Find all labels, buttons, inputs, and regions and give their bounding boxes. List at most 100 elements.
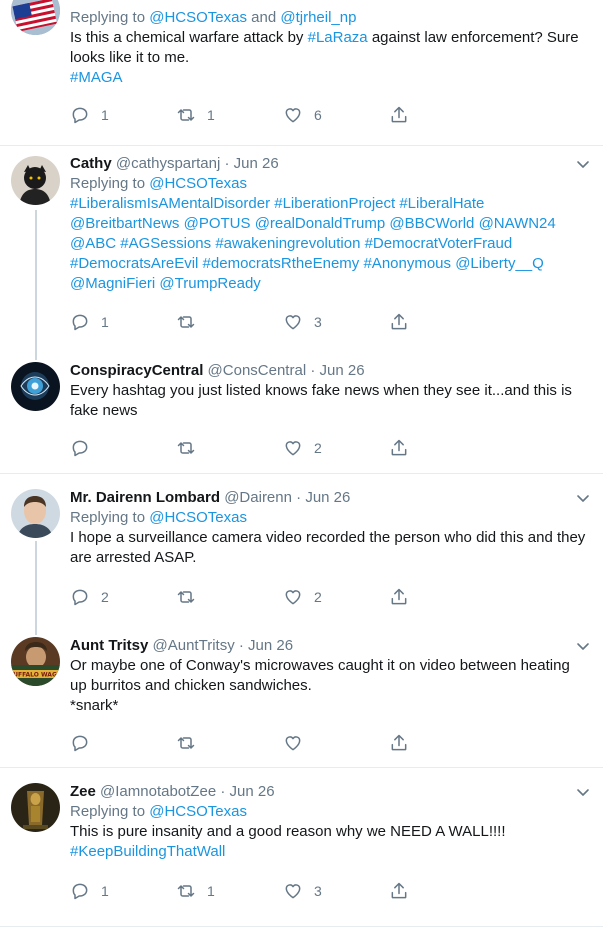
reply-icon [72,589,88,606]
mention-link[interactable]: @BreitbartNews [70,215,179,232]
display-name[interactable]: Mr. Dairenn Lombard [70,489,220,506]
display-name[interactable]: Aunt Tritsy [70,637,148,654]
share-button[interactable] [389,104,409,126]
chevron-down-icon[interactable] [575,638,591,654]
chevron-down-icon[interactable] [575,156,591,172]
mention-link[interactable]: @MagniFieri [70,275,155,292]
like-button[interactable]: 6 [283,104,322,126]
avatar-caption: UFFALO WAG [13,672,57,679]
avatar[interactable] [11,362,60,411]
reply-button[interactable]: 1 [70,880,109,902]
hashtag-link[interactable]: #LiberationProject [274,195,395,212]
display-name[interactable]: ConspiracyCentral [70,362,203,379]
timestamp[interactable]: Jun 26 [248,637,293,654]
share-button[interactable] [389,880,409,902]
hashtag-link[interactable]: #MAGA [70,69,123,86]
like-button[interactable]: 2 [283,586,322,608]
timestamp[interactable]: Jun 26 [230,783,275,800]
reply-button[interactable] [70,732,101,754]
share-button[interactable] [389,732,409,754]
reply-button[interactable]: 2 [70,586,109,608]
reply-button[interactable]: 1 [70,104,109,126]
timestamp[interactable]: Jun 26 [305,489,350,506]
reply-to-and: and [251,9,277,26]
tweet-0[interactable]: Replying to @HCSOTexas and @tjrheil_np I… [0,0,603,145]
display-name[interactable]: Cathy [70,155,112,172]
avatar-flag[interactable] [11,0,60,35]
share-button[interactable] [389,311,409,333]
mention-link[interactable]: @BBCWorld [389,215,474,232]
user-handle[interactable]: @ConsCentral [208,362,307,379]
reply-count: 2 [101,589,109,605]
retweet-button[interactable]: 1 [176,880,215,902]
tweet-header: Zee @IamnotabotZee · Jun 26 [70,782,589,802]
hashtag-link[interactable]: #democratsRtheEnemy [203,255,360,272]
retweet-button[interactable]: 1 [176,104,215,126]
mention-link[interactable]: @Liberty__Q [455,255,544,272]
hashtag-link[interactable]: #LiberalHate [399,195,484,212]
reply-to-label: Replying to [70,175,146,192]
avatar[interactable]: UFFALO WAG [11,637,60,686]
reply-button[interactable]: 1 [70,311,109,333]
tweet-divider [0,926,603,927]
avatar-image: UFFALO WAG [11,637,60,686]
timestamp[interactable]: Jun 26 [320,362,365,379]
tweet-text-part: This is pure insanity and a good reason … [70,823,506,840]
tweet-actions: 1 1 6 [70,104,470,126]
mention-link[interactable]: @tjrheil_np [280,9,356,26]
mention-link[interactable]: @NAWN24 [479,215,556,232]
display-name[interactable]: Zee [70,783,96,800]
user-handle[interactable]: @IamnotabotZee [100,783,216,800]
hashtag-link[interactable]: #awakeningrevolution [215,235,360,252]
mention-link[interactable]: @HCSOTexas [149,509,247,526]
flag-avatar-image [11,0,60,35]
share-icon [391,588,407,605]
mention-link[interactable]: @realDonaldTrump [255,215,386,232]
avatar[interactable] [11,156,60,205]
hashtag-link[interactable]: #DemocratVoterFraud [365,235,513,252]
user-handle[interactable]: @Dairenn [224,489,292,506]
hashtag-link[interactable]: #LaRaza [308,29,368,46]
hashtag-link[interactable]: #AGSessions [120,235,211,252]
tweet-text: Or maybe one of Conway's microwaves caug… [70,656,589,716]
hashtag-link[interactable]: #DemocratsAreEvil [70,255,198,272]
like-count: 6 [314,107,322,123]
tweet-header: Cathy @cathyspartanj · Jun 26 [70,154,589,174]
tweet-4[interactable]: UFFALO WAG Aunt Tritsy @AuntTritsy · Jun… [0,627,603,764]
heart-icon [285,884,301,899]
chevron-down-icon[interactable] [575,784,591,800]
reply-to-line: Replying to @HCSOTexas [70,802,589,822]
user-handle[interactable]: @AuntTritsy [153,637,235,654]
share-button[interactable] [389,586,409,608]
like-button[interactable]: 3 [283,311,322,333]
share-button[interactable] [389,437,409,459]
tweet-1[interactable]: Cathy @cathyspartanj · Jun 26 Replying t… [0,146,603,352]
tweet-5[interactable]: Zee @IamnotabotZee · Jun 26 Replying to … [0,773,603,930]
tweet-2[interactable]: ConspiracyCentral @ConsCentral · Jun 26 … [0,352,603,470]
avatar[interactable] [11,489,60,538]
chevron-down-icon[interactable] [575,490,591,506]
tweet-3[interactable]: Mr. Dairenn Lombard @Dairenn · Jun 26 Re… [0,479,603,620]
avatar[interactable] [11,783,60,832]
retweet-button[interactable] [176,437,207,459]
share-icon [391,439,407,456]
like-button[interactable]: 2 [283,437,322,459]
reply-button[interactable] [70,437,101,459]
timestamp[interactable]: Jun 26 [234,155,279,172]
retweet-button[interactable] [176,586,207,608]
like-button[interactable]: 3 [283,880,322,902]
hashtag-link[interactable]: #Anonymous [363,255,451,272]
like-button[interactable] [283,732,314,754]
mention-link[interactable]: @HCSOTexas [149,175,247,192]
tweet-text-part: Or maybe one of Conway's microwaves caug… [70,657,570,694]
mention-link[interactable]: @ABC [70,235,116,252]
hashtag-link[interactable]: #KeepBuildingThatWall [70,843,225,860]
user-handle[interactable]: @cathyspartanj [116,155,220,172]
hashtag-link[interactable]: #LiberalismIsAMentalDisorder [70,195,270,212]
mention-link[interactable]: @POTUS [184,215,251,232]
mention-link[interactable]: @HCSOTexas [149,9,247,26]
mention-link[interactable]: @HCSOTexas [149,803,247,820]
retweet-button[interactable] [176,311,207,333]
retweet-button[interactable] [176,732,207,754]
mention-link[interactable]: @TrumpReady [159,275,260,292]
